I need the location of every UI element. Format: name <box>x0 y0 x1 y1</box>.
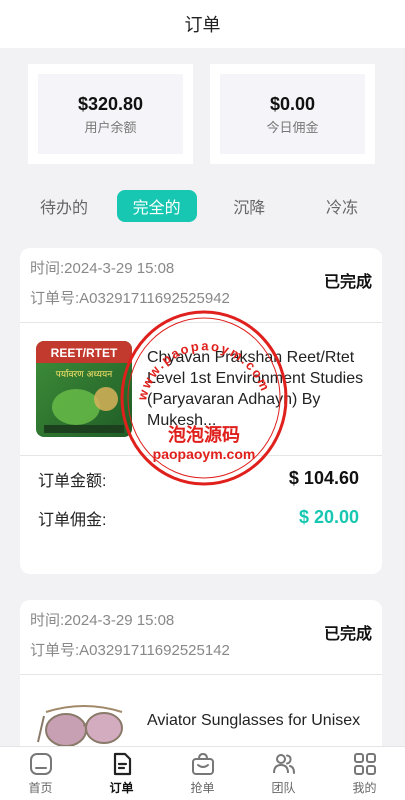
order-commission-value: $ 20.00 <box>298 507 359 527</box>
nav-mine-label: 我的 <box>352 781 377 795</box>
order-card-header: 时间:2024-3-29 15:08 订单号:A0329171169252514… <box>20 600 382 675</box>
nav-grab-order[interactable]: 抢单 <box>173 751 233 796</box>
book-cover-title: REET/RTET <box>51 346 118 360</box>
page-header: 订单 <box>0 0 405 48</box>
nav-team[interactable]: 团队 <box>254 751 314 796</box>
order-card[interactable]: 时间:2024-3-29 15:08 订单号:A0329171169252514… <box>20 600 382 760</box>
order-time: 时间:2024-3-29 15:08 <box>30 612 175 629</box>
grid-icon <box>353 753 376 775</box>
tab-pending[interactable]: 待办的 <box>24 190 104 222</box>
order-card[interactable]: 时间:2024-3-29 15:08 订单号:A0329171169252594… <box>20 248 382 574</box>
tab-frozen[interactable]: 冷冻 <box>302 190 382 222</box>
home-icon <box>29 753 52 775</box>
nav-mine[interactable]: 我的 <box>335 751 395 796</box>
nav-home-label: 首页 <box>28 781 53 795</box>
order-status: 已完成 <box>323 274 372 291</box>
shopping-bag-icon <box>191 752 214 775</box>
order-amounts: 订单金额: $ 104.60 订单佣金: $ 20.00 <box>20 459 382 537</box>
order-number: 订单号:A03291711692525142 <box>30 642 230 659</box>
bottom-nav: 首页 订单 抢单 团队 我的 <box>0 746 405 800</box>
nav-team-label: 团队 <box>271 781 296 795</box>
balance-card: $320.80 用户余额 <box>28 64 193 164</box>
order-amount-row: 订单金额: $ 104.60 <box>38 459 359 498</box>
order-amount-label: 订单金额: <box>38 472 107 490</box>
order-time: 时间:2024-3-29 15:08 <box>30 260 175 277</box>
order-product[interactable]: REET/RTET पर्यावरण अध्ययन Chyavan Praksh… <box>20 323 382 456</box>
tab-settled[interactable]: 沉降 <box>209 190 289 222</box>
nav-orders-label: 订单 <box>109 781 134 795</box>
team-icon <box>272 754 295 774</box>
order-amount-value: $ 104.60 <box>288 468 359 488</box>
today-commission-label: 今日佣金 <box>266 119 319 135</box>
today-commission-value: $0.00 <box>269 93 316 114</box>
balance-value: $320.80 <box>77 93 144 114</box>
nav-home[interactable]: 首页 <box>11 751 71 796</box>
page-title: 订单 <box>184 15 221 35</box>
tab-completed[interactable]: 完全的 <box>116 190 197 222</box>
order-document-icon <box>113 752 131 776</box>
nav-orders[interactable]: 订单 <box>92 751 152 796</box>
nav-grab-order-label: 抢单 <box>190 781 215 795</box>
balance-label: 用户余额 <box>84 119 137 135</box>
order-card-header: 时间:2024-3-29 15:08 订单号:A0329171169252594… <box>20 248 382 323</box>
product-name: Chyavan Prakshan Reet/Rtet Level 1st Env… <box>147 349 364 429</box>
order-number: 订单号:A03291711692525942 <box>30 290 230 307</box>
stats-section: $320.80 用户余额 $0.00 今日佣金 <box>28 64 375 164</box>
order-commission-row: 订单佣金: $ 20.00 <box>38 498 359 537</box>
book-cover-subtitle: पर्यावरण अध्ययन <box>56 368 113 380</box>
order-status-tabs: 待办的 完全的 沉降 冷冻 <box>24 190 382 222</box>
product-image: REET/RTET पर्यावरण अध्ययन <box>36 341 132 437</box>
commission-card: $0.00 今日佣金 <box>210 64 375 164</box>
product-name: Aviator Sunglasses for Unisex <box>147 711 361 729</box>
order-status: 已完成 <box>323 626 372 643</box>
order-commission-label: 订单佣金: <box>38 511 107 529</box>
